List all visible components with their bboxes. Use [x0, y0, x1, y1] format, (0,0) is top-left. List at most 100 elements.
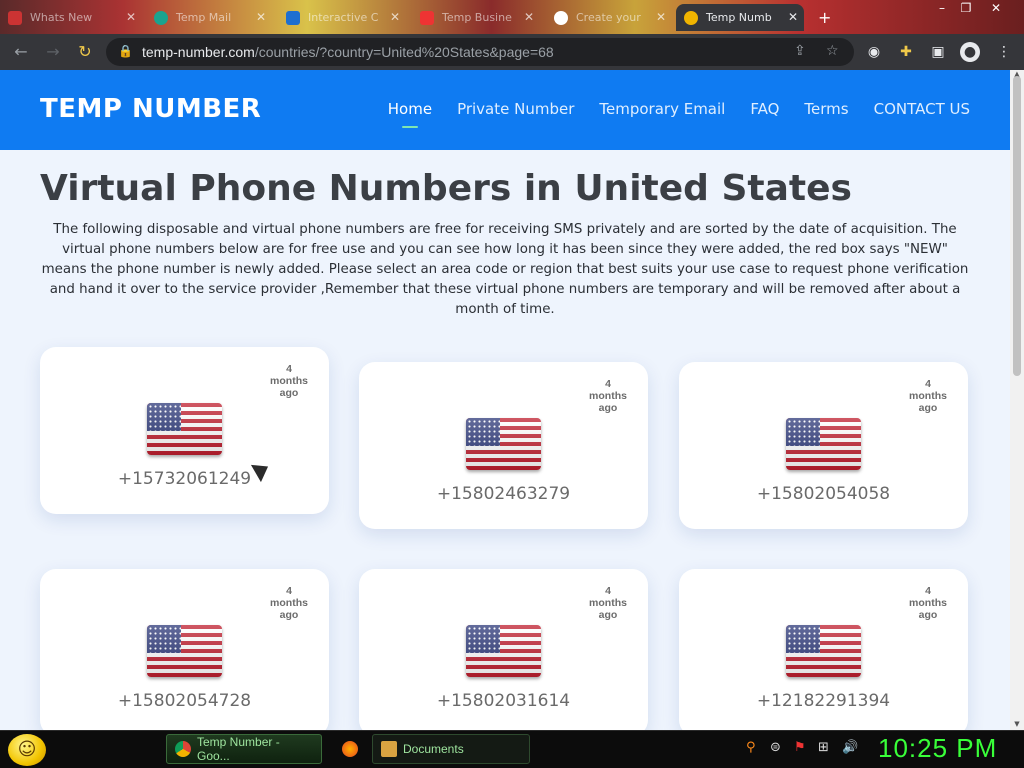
- nav-home[interactable]: Home: [388, 100, 432, 128]
- os-taskbar: ☺ Temp Number - Goo... Documents ⚲ ⊜ ⚑ ⊞…: [0, 730, 1024, 768]
- tab-favicon-icon: [8, 10, 22, 25]
- number-card[interactable]: 4 months ago +12182291394: [679, 569, 968, 730]
- share-icon[interactable]: ⇪: [794, 43, 806, 59]
- site-logo[interactable]: TEMP NUMBER: [40, 94, 261, 124]
- tab-favicon-icon: [684, 10, 698, 25]
- nav-terms[interactable]: Terms: [804, 100, 848, 118]
- taskbar-clock[interactable]: 10:25 PM: [878, 733, 997, 764]
- site-nav: Home Private Number Temporary Email FAQ …: [388, 100, 970, 128]
- address-bar[interactable]: 🔒 temp-number.com/countries/?country=Uni…: [106, 38, 854, 66]
- nav-faq[interactable]: FAQ: [750, 100, 779, 118]
- tab-whats-new[interactable]: Whats New ✕: [0, 4, 142, 31]
- extensions-puzzle-icon[interactable]: ✚: [896, 42, 916, 62]
- tab-create-your[interactable]: Create your ✕: [546, 4, 672, 31]
- browser-tab-strip: Whats New ✕ Temp Mail ✕ Interactive C ✕ …: [0, 0, 1024, 34]
- added-ago-label: 4 months ago: [909, 585, 947, 621]
- back-arrow-icon[interactable]: ←: [10, 41, 32, 63]
- tab-favicon-icon: [420, 10, 434, 25]
- url-path: /countries/?country=United%20States&page…: [254, 44, 554, 60]
- page-scrollbar[interactable]: ▲ ▼: [1010, 70, 1024, 730]
- folder-icon: [381, 741, 397, 757]
- tray-status-icon[interactable]: ⊜: [770, 740, 781, 755]
- start-menu-smiley-icon[interactable]: ☺: [8, 734, 46, 766]
- phone-number[interactable]: +15802054058: [679, 484, 968, 504]
- firefox-icon: [342, 741, 358, 757]
- intro-paragraph: The following disposable and virtual pho…: [41, 222, 969, 317]
- page-title-prefix: Virtual Phone Numbers in: [40, 168, 575, 209]
- site-header: TEMP NUMBER Home Private Number Temporar…: [0, 70, 1010, 150]
- taskbar-item-chrome[interactable]: Temp Number - Goo...: [166, 734, 322, 764]
- taskbar-firefox[interactable]: [338, 734, 362, 764]
- number-card[interactable]: 4 months ago +15802054058: [679, 362, 968, 529]
- phone-number[interactable]: +15802054728: [40, 691, 329, 711]
- tab-interactive[interactable]: Interactive C ✕: [278, 4, 406, 31]
- nav-contact-us[interactable]: CONTACT US: [874, 100, 970, 118]
- us-flag-icon: [786, 418, 861, 470]
- scroll-down-icon[interactable]: ▼: [1010, 720, 1024, 730]
- tab-temp-number[interactable]: Temp Numb ✕: [676, 4, 804, 31]
- us-flag-icon: [786, 625, 861, 677]
- network-icon[interactable]: ⊞: [818, 740, 829, 755]
- phone-number[interactable]: +15732061249: [40, 469, 329, 489]
- tab-temp-mail[interactable]: Temp Mail ✕: [146, 4, 272, 31]
- close-icon[interactable]: ✕: [524, 10, 534, 24]
- extension-flag-icon[interactable]: ◉: [864, 42, 884, 62]
- tab-temp-business[interactable]: Temp Busine ✕: [412, 4, 540, 31]
- number-card[interactable]: 4 months ago +15802031614: [359, 569, 648, 730]
- number-card[interactable]: 4 months ago +15732061249: [40, 347, 329, 514]
- number-card[interactable]: 4 months ago +15802463279: [359, 362, 648, 529]
- maximize-icon[interactable]: ❐: [954, 0, 978, 16]
- lock-icon: 🔒: [118, 44, 133, 58]
- tab-label: Temp Numb: [706, 11, 772, 24]
- nav-private-number[interactable]: Private Number: [457, 100, 574, 118]
- minimize-icon[interactable]: –: [930, 0, 954, 16]
- added-ago-label: 4 months ago: [270, 585, 308, 621]
- menu-kebab-icon[interactable]: ⋮: [994, 42, 1014, 62]
- volume-icon[interactable]: 🔊: [842, 740, 858, 755]
- tab-label: Temp Busine: [442, 11, 512, 24]
- phone-number[interactable]: +15802031614: [359, 691, 648, 711]
- taskbar-item-documents[interactable]: Documents: [372, 734, 530, 764]
- close-icon[interactable]: ✕: [390, 10, 400, 24]
- phone-number[interactable]: +12182291394: [679, 691, 968, 711]
- added-ago-label: 4 months ago: [589, 585, 627, 621]
- chrome-icon: [175, 741, 191, 757]
- url-text[interactable]: temp-number.com/countries/?country=Unite…: [142, 44, 554, 60]
- us-flag-icon: [466, 418, 541, 470]
- nav-temporary-email[interactable]: Temporary Email: [599, 100, 725, 118]
- flag-notification-icon[interactable]: ⚑: [794, 740, 806, 755]
- us-flag-icon: [147, 403, 222, 455]
- added-ago-label: 4 months ago: [909, 378, 947, 414]
- close-icon[interactable]: ✕: [126, 10, 136, 24]
- phone-number[interactable]: +15802463279: [359, 484, 648, 504]
- browser-toolbar: ← → ↻ 🔒 temp-number.com/countries/?count…: [0, 34, 1024, 70]
- forward-arrow-icon[interactable]: →: [42, 41, 64, 63]
- page-title-country: United States: [574, 168, 852, 209]
- close-icon[interactable]: ✕: [256, 10, 266, 24]
- close-icon[interactable]: ✕: [656, 10, 666, 24]
- side-panel-icon[interactable]: ▣: [928, 42, 948, 62]
- tab-favicon-icon: [154, 10, 168, 25]
- taskbar-item-label: Documents: [403, 742, 464, 756]
- tab-favicon-icon: [286, 10, 300, 25]
- us-flag-icon: [466, 625, 541, 677]
- page-title: Virtual Phone Numbers in United States: [40, 168, 852, 209]
- close-icon[interactable]: ✕: [788, 10, 798, 24]
- reload-icon[interactable]: ↻: [74, 41, 96, 63]
- added-ago-label: 4 months ago: [589, 378, 627, 414]
- bookmark-star-icon[interactable]: ☆: [826, 43, 839, 59]
- search-icon[interactable]: ⚲: [746, 740, 756, 755]
- tab-label: Interactive C: [308, 11, 379, 24]
- page-viewport: TEMP NUMBER Home Private Number Temporar…: [0, 70, 1010, 730]
- added-ago-label: 4 months ago: [270, 363, 308, 399]
- profile-avatar-icon[interactable]: ●: [960, 42, 980, 62]
- window-close-icon[interactable]: ✕: [984, 0, 1008, 16]
- tab-label: Temp Mail: [176, 11, 232, 24]
- us-flag-icon: [147, 625, 222, 677]
- number-card[interactable]: 4 months ago +15802054728: [40, 569, 329, 730]
- scrollbar-thumb[interactable]: [1013, 76, 1021, 376]
- new-tab-button[interactable]: +: [810, 4, 840, 31]
- google-icon: [554, 10, 568, 25]
- url-host: temp-number.com: [142, 44, 255, 60]
- tab-label: Whats New: [30, 11, 93, 24]
